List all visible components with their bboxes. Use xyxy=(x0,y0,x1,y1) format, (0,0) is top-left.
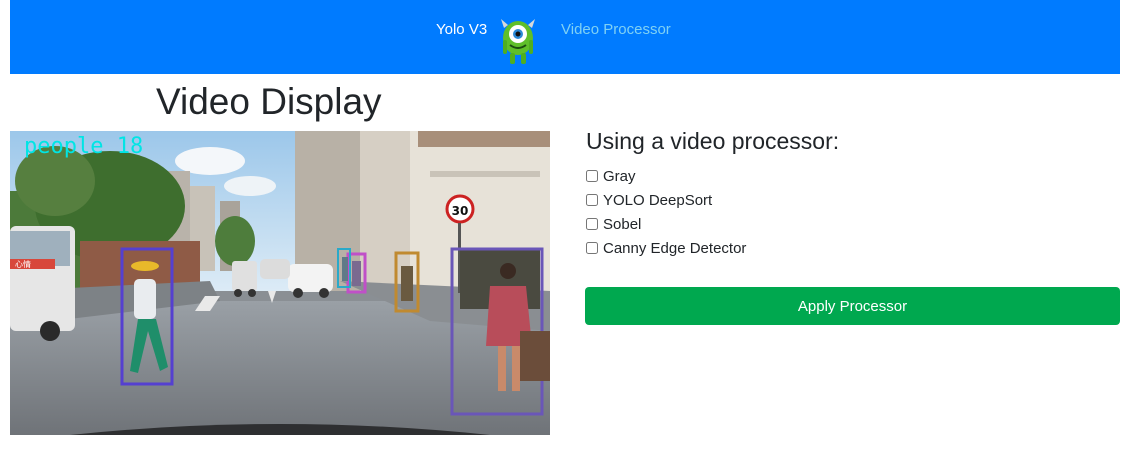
speed-limit-sign: 30 xyxy=(452,204,469,218)
label-yolo-deepsort[interactable]: YOLO DeepSort xyxy=(603,192,712,209)
label-sobel[interactable]: Sobel xyxy=(603,216,641,233)
page-title: Video Display xyxy=(156,81,382,122)
option-canny: Canny Edge Detector xyxy=(586,236,746,260)
label-canny-edge-detector[interactable]: Canny Edge Detector xyxy=(603,240,746,257)
nav-link-video-processor[interactable]: Video Processor xyxy=(561,20,671,40)
people-count-overlay: people 18 xyxy=(24,134,143,159)
option-yolo-deepsort: YOLO DeepSort xyxy=(586,188,746,212)
processor-panel-title: Using a video processor: xyxy=(586,128,840,154)
checkbox-gray[interactable] xyxy=(586,170,598,182)
checkbox-sobel[interactable] xyxy=(586,218,598,230)
navbar-brand[interactable]: Yolo V3 xyxy=(436,20,487,40)
processor-options-list: Gray YOLO DeepSort Sobel Canny Edge Dete… xyxy=(586,164,746,260)
option-sobel: Sobel xyxy=(586,212,746,236)
van-sign: 心情 xyxy=(15,259,31,269)
checkbox-canny-edge-detector[interactable] xyxy=(586,242,598,254)
label-gray[interactable]: Gray xyxy=(603,168,636,185)
option-gray: Gray xyxy=(586,164,746,188)
checkbox-yolo-deepsort[interactable] xyxy=(586,194,598,206)
monster-mascot-icon xyxy=(501,19,535,64)
video-frame-image: 心情 30 people 18 xyxy=(10,131,550,435)
apply-processor-button[interactable]: Apply Processor xyxy=(585,287,1120,325)
video-display: 心情 30 people 18 xyxy=(10,131,550,435)
